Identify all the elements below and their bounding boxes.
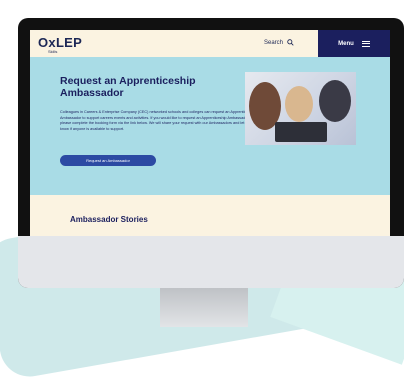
- site-header: OxLEP Skills Search Menu: [30, 30, 390, 57]
- photo-person-center: [285, 86, 313, 122]
- photo-person-right: [319, 80, 351, 122]
- search-button[interactable]: Search: [264, 39, 294, 46]
- menu-button[interactable]: Menu: [318, 30, 390, 57]
- logo-subtext: Skills: [48, 49, 58, 54]
- stories-heading: Ambassador Stories: [70, 215, 148, 224]
- page-title: Request an Apprenticeship Ambassador: [60, 75, 196, 99]
- menu-label: Menu: [338, 40, 354, 47]
- photo-laptop: [275, 122, 327, 142]
- search-label: Search: [264, 39, 284, 46]
- hamburger-icon: [361, 40, 370, 47]
- hero-photo: [245, 72, 356, 145]
- logo-text: OxLEP: [38, 35, 83, 50]
- request-ambassador-button[interactable]: Request an Ambassador: [60, 155, 156, 166]
- monitor-stand: [160, 288, 248, 327]
- page-description: Colleagues in Careers & Enterprise Compa…: [60, 110, 256, 131]
- search-icon: [287, 39, 294, 46]
- oxlep-logo[interactable]: OxLEP Skills: [38, 34, 83, 54]
- monitor-chin: [18, 236, 404, 288]
- website-screen: OxLEP Skills Search Menu Request an Appr…: [30, 30, 390, 236]
